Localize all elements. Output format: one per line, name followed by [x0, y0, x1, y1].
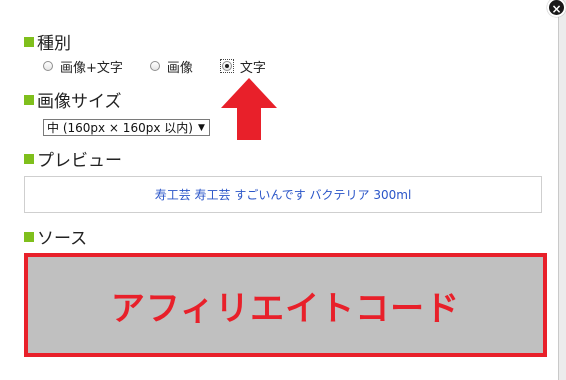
source-section-label: ソース: [37, 228, 88, 249]
image-size-section-title: 画像サイズ: [24, 88, 122, 112]
type-section-label: 種別: [37, 33, 71, 54]
dropdown-arrow-icon: ▼: [197, 122, 205, 133]
radio-option-image[interactable]: 画像: [149, 57, 193, 76]
preview-section-title: プレビュー: [24, 147, 122, 171]
type-section-title: 種別: [24, 30, 71, 54]
source-section-title: ソース: [24, 225, 88, 249]
radio-option-text[interactable]: 文字: [219, 57, 266, 76]
radio-button[interactable]: [149, 61, 160, 71]
preview-product-link[interactable]: 寿工芸 寿工芸 すごいんです バクテリア 300ml: [155, 186, 412, 203]
image-size-section-label: 画像サイズ: [37, 91, 122, 112]
radio-label: 画像+文字: [60, 60, 123, 76]
screenshot-frame: 種別 画像+文字 画像 文字 画像サイズ 中 (160px × 160px 以内…: [0, 0, 566, 380]
green-square-icon: [24, 154, 34, 164]
source-code-box[interactable]: アフィリエイトコード: [24, 253, 547, 357]
image-size-selected-value: 中 (160px × 160px 以内): [47, 121, 193, 135]
radio-button-checked[interactable]: [221, 61, 232, 71]
type-radio-group: 画像+文字 画像 文字: [43, 56, 266, 76]
radio-button[interactable]: [43, 61, 53, 71]
image-size-select[interactable]: 中 (160px × 160px 以内) ▼: [43, 119, 210, 136]
radio-option-image-text[interactable]: 画像+文字: [43, 57, 123, 76]
green-square-icon: [24, 232, 34, 242]
green-square-icon: [24, 37, 34, 47]
radio-label: 画像: [166, 60, 193, 76]
radio-label: 文字: [239, 60, 266, 76]
radio-focus-ring: [219, 59, 234, 73]
page-background-strip: [559, 0, 566, 380]
green-square-icon: [24, 95, 34, 105]
preview-box: 寿工芸 寿工芸 すごいんです バクテリア 300ml: [24, 176, 542, 213]
preview-section-label: プレビュー: [37, 150, 122, 171]
link-settings-dialog: 種別 画像+文字 画像 文字 画像サイズ 中 (160px × 160px 以内…: [0, 0, 559, 380]
affiliate-code-label: アフィリエイトコード: [110, 288, 461, 329]
red-up-arrow-icon: [221, 78, 277, 140]
